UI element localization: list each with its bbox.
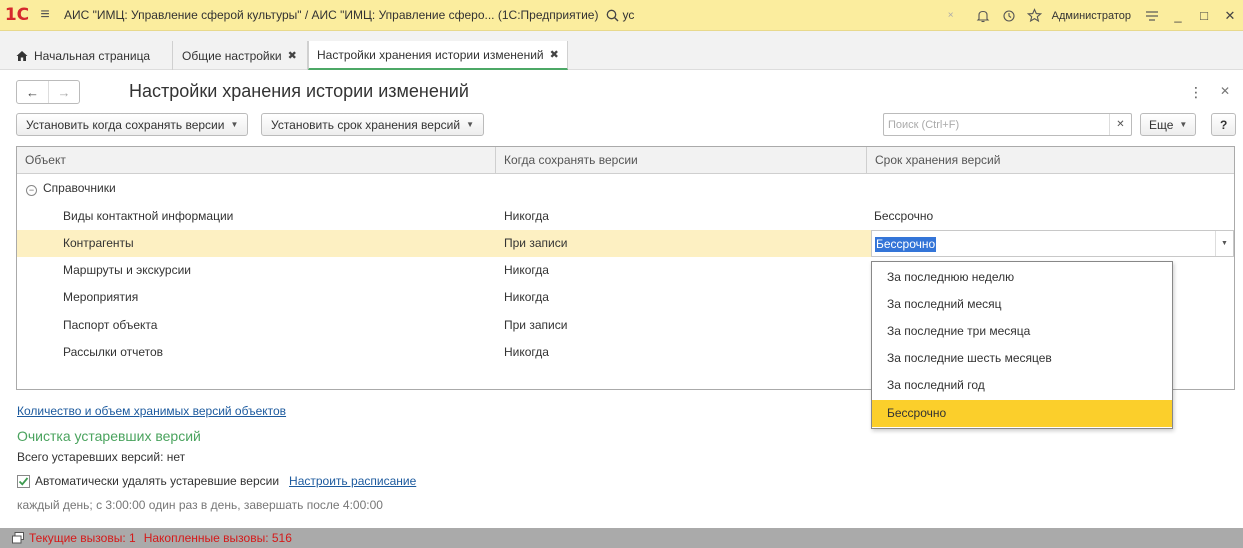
collapse-icon[interactable]: − <box>26 185 37 196</box>
clear-search-icon[interactable]: × <box>948 10 954 21</box>
cell-object: Виды контактной информации <box>63 209 234 223</box>
set-retention-button[interactable]: Установить срок хранения версий ▼ <box>261 113 484 136</box>
auto-delete-label[interactable]: Автоматически удалять устаревшие версии <box>35 474 279 488</box>
term-select-field[interactable]: Бессрочно ▼ <box>871 230 1234 257</box>
tab-label: Настройки хранения истории изменений <box>317 47 544 62</box>
table-row[interactable]: Виды контактной информации Никогда Бесср… <box>17 203 1234 230</box>
cell-when: Никогда <box>504 263 549 277</box>
button-label: Еще <box>1149 117 1174 132</box>
bell-icon[interactable] <box>970 0 996 31</box>
dropdown-option[interactable]: За последний год <box>872 372 1172 399</box>
cell-object: Мероприятия <box>63 290 139 304</box>
tab-general-settings[interactable]: Общие настройки ✖ <box>174 41 308 70</box>
help-button[interactable]: ? <box>1211 113 1237 136</box>
cell-object: Рассылки отчетов <box>63 345 164 359</box>
cell-object: Контрагенты <box>63 236 134 250</box>
star-icon[interactable] <box>1022 0 1048 31</box>
search-placeholder: Поиск (Ctrl+F) <box>888 118 960 131</box>
tab-label: Начальная страница <box>34 48 151 63</box>
set-when-save-button[interactable]: Установить когда сохранять версии ▼ <box>16 113 249 136</box>
cell-object: Маршруты и экскурсии <box>63 263 191 277</box>
clear-search-icon[interactable]: ✕ <box>1109 114 1131 135</box>
total-outdated-text: Всего устаревших версий: нет <box>17 450 186 464</box>
cell-when: При записи <box>504 236 568 250</box>
global-search[interactable]: ус <box>606 8 634 22</box>
cell-when: При записи <box>504 318 568 332</box>
group-label: Справочники <box>43 181 116 195</box>
tab-label: Общие настройки <box>182 48 282 63</box>
tab-home[interactable]: Начальная страница <box>8 41 173 70</box>
windows-icon[interactable] <box>11 531 25 545</box>
global-search-text: ус <box>622 8 635 22</box>
history-icon[interactable] <box>996 0 1022 31</box>
forward-arrow-icon[interactable]: → <box>48 81 79 103</box>
chevron-down-icon[interactable]: ▼ <box>1215 231 1233 256</box>
settings-menu-icon[interactable] <box>1139 0 1165 31</box>
tab-history-settings[interactable]: Настройки хранения истории изменений ✖ <box>308 41 568 70</box>
group-row[interactable]: − Справочники <box>17 175 1234 202</box>
close-icon[interactable]: ✕ <box>1220 84 1230 98</box>
dropdown-option[interactable]: За последние шесть месяцев <box>872 345 1172 372</box>
dropdown-option[interactable]: За последние три месяца <box>872 318 1172 345</box>
close-icon[interactable]: ✖ <box>550 48 559 61</box>
versions-count-link[interactable]: Количество и объем хранимых версий объек… <box>17 404 286 418</box>
window-title: АИС "ИМЦ: Управление сферой культуры" / … <box>64 8 599 22</box>
tabs-bar: Начальная страница Общие настройки ✖ Нас… <box>0 31 1243 70</box>
search-icon <box>607 9 619 21</box>
dropdown-option[interactable]: За последнюю неделю <box>872 264 1172 291</box>
button-label: Установить когда сохранять версии <box>26 117 225 132</box>
cell-when: Никогда <box>504 290 549 304</box>
term-selected-text: Бессрочно <box>875 237 937 252</box>
user-name[interactable]: Администратор <box>1052 10 1131 22</box>
close-icon[interactable]: ✖ <box>288 49 297 62</box>
schedule-description: каждый день; с 3:00:00 один раз в день, … <box>17 498 383 512</box>
nav-buttons: ← → <box>16 80 80 104</box>
main-menu-icon[interactable]: ≡ <box>34 6 56 24</box>
close-window-icon[interactable]: ✕ <box>1217 8 1243 24</box>
button-label: Установить срок хранения версий <box>271 117 461 132</box>
page-title: Настройки хранения истории изменений <box>129 81 469 101</box>
term-dropdown-list: За последнюю неделю За последний месяц З… <box>871 261 1173 429</box>
cell-object: Паспорт объекта <box>63 318 158 332</box>
cell-when: Никогда <box>504 209 549 223</box>
1c-logo: 1С <box>4 5 30 25</box>
accumulated-calls: Накопленные вызовы: 516 <box>143 531 292 545</box>
caret-down-icon: ▼ <box>1179 120 1188 129</box>
column-header-object[interactable]: Объект <box>17 147 496 174</box>
back-arrow-icon[interactable]: ← <box>17 81 48 103</box>
cell-term: Бессрочно <box>874 209 934 223</box>
auto-delete-checkbox[interactable] <box>17 474 30 488</box>
table-row-selected[interactable]: Контрагенты При записи Бессрочно ▼ <box>17 230 1234 257</box>
title-bar: 1С ≡ АИС "ИМЦ: Управление сферой культур… <box>0 0 1243 31</box>
caret-down-icon: ▼ <box>230 120 239 129</box>
table-header: Объект Когда сохранять версии Срок хране… <box>17 147 1234 174</box>
current-calls: Текущие вызовы: 1 <box>29 531 136 545</box>
dropdown-option-selected[interactable]: Бессрочно <box>872 400 1172 427</box>
auto-delete-row: Автоматически удалять устаревшие версии … <box>17 474 416 488</box>
more-vertical-icon[interactable]: ⋮ <box>1189 84 1203 101</box>
home-icon <box>16 50 28 61</box>
caret-down-icon: ▼ <box>466 120 474 129</box>
column-header-when[interactable]: Когда сохранять версии <box>496 147 867 174</box>
maximize-icon[interactable]: □ <box>1191 8 1217 23</box>
column-header-term[interactable]: Срок хранения версий <box>867 147 1234 174</box>
minimize-icon[interactable]: _ <box>1165 8 1191 23</box>
cell-when: Никогда <box>504 345 549 359</box>
checkmark-icon <box>18 476 29 486</box>
more-button[interactable]: Еще ▼ <box>1140 113 1197 136</box>
dropdown-option[interactable]: За последний месяц <box>872 291 1172 318</box>
schedule-link[interactable]: Настроить расписание <box>289 474 416 488</box>
status-bar: Текущие вызовы: 1 Накопленные вызовы: 51… <box>0 528 1243 548</box>
search-input[interactable]: Поиск (Ctrl+F) ✕ <box>883 113 1132 136</box>
cleanup-section-title: Очистка устаревших версий <box>17 428 201 444</box>
